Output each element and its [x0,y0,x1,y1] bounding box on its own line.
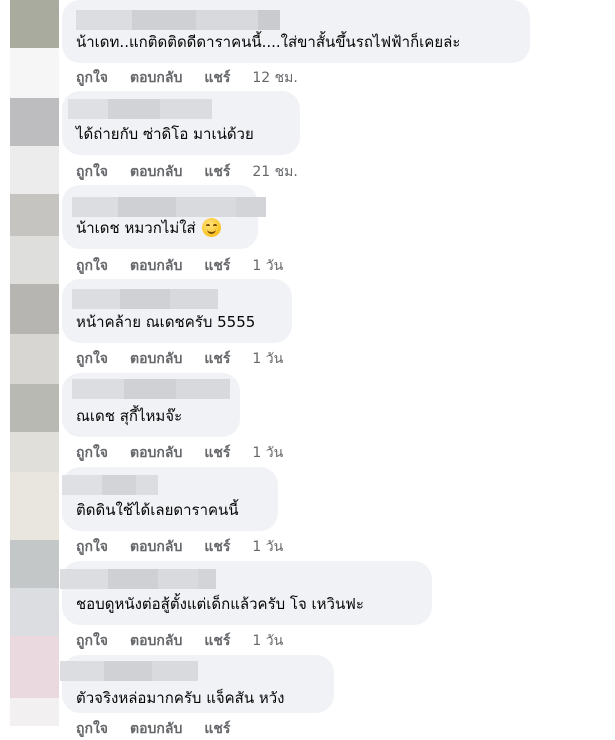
share-button[interactable]: แชร์ [204,255,230,277]
comment-bubble: ชอบดูหนังต่อสู้ตั้งแต่เด็กแล้วครับ โจ เห… [60,561,432,625]
comment-text: ชอบดูหนังต่อสู้ตั้งแต่เด็กแล้วครับ โจ เห… [76,595,364,613]
comment-actions: ถูกใจ ตอบกลับ แชร์ [76,718,252,740]
comment: ได้ถ่ายกับ ซ่าดิโอ มาเน่ด้วย ถูกใจ ตอบกล… [62,91,300,180]
avatar [10,194,59,236]
comment-actions: ถูกใจ ตอบกลับ แชร์ 1 วัน [76,536,283,558]
comment-text: หน้าคล้าย ณเดชครับ 5555 [76,313,256,331]
commenter-name-blurred[interactable] [72,379,230,399]
comment-bubble: หน้าคล้าย ณเดชครับ 5555 [62,279,292,343]
comment: น้าเดท..แกติดติดดีดาราคนนี้....ใส่ขาสั้น… [62,0,530,86]
comment-timestamp[interactable]: 21 ชม. [252,161,297,183]
comment-bubble: น้าเดท..แกติดติดดีดาราคนนี้....ใส่ขาสั้น… [62,0,530,63]
avatar [10,0,59,48]
like-button[interactable]: ถูกใจ [76,718,108,740]
comment-actions: ถูกใจ ตอบกลับ แชร์ 1 วัน [76,255,283,277]
avatar [10,472,59,540]
avatar [10,98,59,146]
share-button[interactable]: แชร์ [204,718,230,740]
comment-text: ติดดินใช้ได้เลยดาราคนนี้ [76,501,239,519]
comment-text: น้าเดท..แกติดติดดีดาราคนนี้....ใส่ขาสั้น… [76,33,461,51]
comment: ณเดช สุกี้ไหมจ๊ะ ถูกใจ ตอบกลับ แชร์ 1 วั… [62,373,283,461]
commenter-name-blurred[interactable] [68,99,212,119]
reply-button[interactable]: ตอบกลับ [130,718,182,740]
like-button[interactable]: ถูกใจ [76,442,108,464]
comment-actions: ถูกใจ ตอบกลับ แชร์ 12 ชม. [76,67,298,89]
avatar [10,636,59,698]
commenter-name-blurred[interactable] [60,661,198,681]
share-button[interactable]: แชร์ [204,536,230,558]
reply-button[interactable]: ตอบกลับ [130,255,182,277]
smiling-face-emoji [202,218,222,237]
comment-text: ตัวจริงหล่อมากครับ แจ็คสัน หวัง [76,689,285,707]
comment-text: น้าเดช หมวกไม่ใส่ [76,218,222,237]
comment-timestamp[interactable]: 12 ชม. [252,67,297,89]
share-button[interactable]: แชร์ [204,348,230,370]
like-button[interactable]: ถูกใจ [76,536,108,558]
reply-button[interactable]: ตอบกลับ [130,536,182,558]
comment-timestamp[interactable]: 1 วัน [252,255,283,277]
avatar [10,384,59,432]
comment-bubble: ณเดช สุกี้ไหมจ๊ะ [62,373,240,437]
comment-timestamp[interactable]: 1 วัน [252,536,283,558]
comment-bubble: น้าเดช หมวกไม่ใส่ [62,185,266,249]
comment: หน้าคล้าย ณเดชครับ 5555 ถูกใจ ตอบกลับ แช… [62,279,292,367]
comment: ตัวจริงหล่อมากครับ แจ็คสัน หวัง ถูกใจ ตอ… [60,655,334,737]
comment-actions: ถูกใจ ตอบกลับ แชร์ 1 วัน [76,348,283,370]
comment-timestamp[interactable]: 1 วัน [252,348,283,370]
comment-timestamp[interactable]: 1 วัน [252,630,283,652]
comment-actions: ถูกใจ ตอบกลับ แชร์ 21 ชม. [76,161,298,183]
like-button[interactable]: ถูกใจ [76,161,108,183]
comment-text: ได้ถ่ายกับ ซ่าดิโอ มาเน่ด้วย [76,125,254,143]
comment: ติดดินใช้ได้เลยดาราคนนี้ ถูกใจ ตอบกลับ แ… [62,467,283,555]
reply-button[interactable]: ตอบกลับ [130,348,182,370]
avatar [10,284,59,334]
share-button[interactable]: แชร์ [204,161,230,183]
commenter-name-blurred[interactable] [60,569,216,589]
comment-actions: ถูกใจ ตอบกลับ แชร์ 1 วัน [76,442,283,464]
commenter-name-blurred[interactable] [72,289,218,309]
comment-bubble: ติดดินใช้ได้เลยดาราคนนี้ [62,467,278,531]
commenter-name-blurred[interactable] [72,197,266,217]
like-button[interactable]: ถูกใจ [76,348,108,370]
reply-button[interactable]: ตอบกลับ [130,442,182,464]
comment-bubble: ตัวจริงหล่อมากครับ แจ็คสัน หวัง [60,655,334,713]
comment-text: ณเดช สุกี้ไหมจ๊ะ [76,407,183,425]
like-button[interactable]: ถูกใจ [76,630,108,652]
comment-actions: ถูกใจ ตอบกลับ แชร์ 1 วัน [76,630,283,652]
reply-button[interactable]: ตอบกลับ [130,161,182,183]
comment-timestamp[interactable]: 1 วัน [252,442,283,464]
comment-bubble: ได้ถ่ายกับ ซ่าดิโอ มาเน่ด้วย [62,91,300,155]
like-button[interactable]: ถูกใจ [76,67,108,89]
share-button[interactable]: แชร์ [204,67,230,89]
avatar-column [10,0,59,726]
share-button[interactable]: แชร์ [204,630,230,652]
reply-button[interactable]: ตอบกลับ [130,67,182,89]
commenter-name-blurred[interactable] [76,10,280,30]
like-button[interactable]: ถูกใจ [76,255,108,277]
commenter-name-blurred[interactable] [62,475,158,495]
share-button[interactable]: แชร์ [204,442,230,464]
reply-button[interactable]: ตอบกลับ [130,630,182,652]
comment: ชอบดูหนังต่อสู้ตั้งแต่เด็กแล้วครับ โจ เห… [60,561,432,649]
comment: น้าเดช หมวกไม่ใส่ ถูกใจ ตอบกลับ แชร์ 1 ว… [62,185,283,274]
avatar [10,588,59,636]
